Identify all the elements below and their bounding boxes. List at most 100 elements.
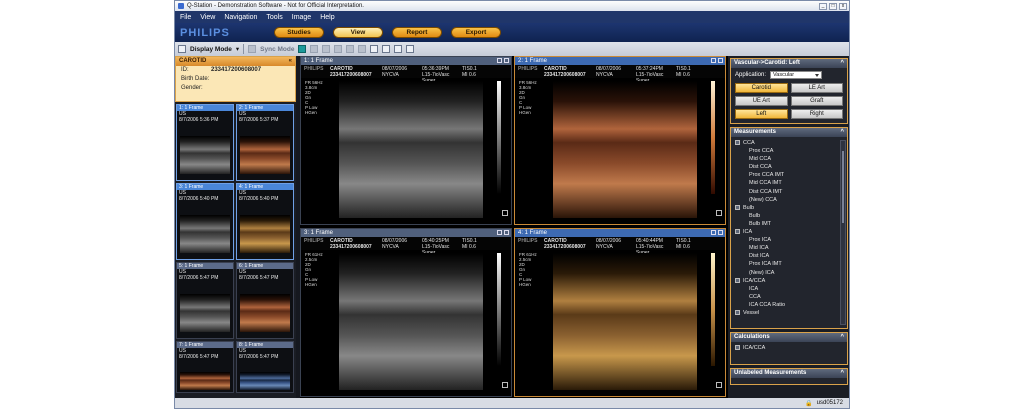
tree-item[interactable]: (New) ICA <box>735 269 837 277</box>
minimize-icon[interactable]: _ <box>819 2 827 10</box>
ultrasound-image[interactable] <box>553 81 697 218</box>
tree-item[interactable]: Dist CCA <box>735 163 837 171</box>
tree-item[interactable]: Prox CCA <box>735 147 837 155</box>
tree-item[interactable]: Bulb IMT <box>735 220 837 228</box>
unlabeled-panel-title[interactable]: Unlabeled Measurements ^ <box>731 369 847 378</box>
ue-art-button[interactable]: UE Art <box>735 96 788 106</box>
thumbnail[interactable]: 8: 1 Frame US 8/7/2006 5:47 PM <box>236 341 294 393</box>
zoom-icon[interactable] <box>382 45 391 53</box>
expand-icon[interactable] <box>735 345 740 350</box>
collapse-icon[interactable]: ^ <box>840 333 844 342</box>
expand-icon[interactable] <box>735 229 740 235</box>
step-back-icon[interactable] <box>334 45 343 53</box>
measurements-scrollbar[interactable] <box>840 140 846 325</box>
calculations-panel-title[interactable]: Calculations ^ <box>731 333 847 342</box>
menu-help[interactable]: Help <box>320 14 334 21</box>
tree-item[interactable]: Prox ICA <box>735 236 837 244</box>
expand-icon[interactable] <box>735 140 740 145</box>
ultrasound-image[interactable] <box>339 253 483 390</box>
thumbnail[interactable]: 4: 1 Frame US 8/7/2006 5:40 PM <box>236 183 294 260</box>
viewport[interactable]: 3: 1 Frame PHILIPS CAROTID 08/07/2006 05:40… <box>300 228 512 397</box>
collapse-icon[interactable]: ^ <box>840 128 844 137</box>
restore-icon[interactable] <box>497 230 502 235</box>
tree-group[interactable]: Bulb <box>735 204 837 212</box>
tree-item[interactable]: Dist CCA IMT <box>735 188 837 196</box>
scroll-thumb[interactable] <box>842 151 844 223</box>
print-icon[interactable] <box>406 45 415 53</box>
sync-mode-dropdown[interactable]: Sync Mode <box>260 46 294 53</box>
layout-icon[interactable] <box>178 45 186 53</box>
menu-navigation[interactable]: Navigation <box>224 14 257 21</box>
tree-item[interactable]: Prox ICA IMT <box>735 260 837 268</box>
menu-tools[interactable]: Tools <box>266 14 282 21</box>
right-button[interactable]: Right <box>790 109 843 119</box>
maximize-icon[interactable] <box>718 58 723 63</box>
expand-icon[interactable] <box>735 309 740 315</box>
restore-icon[interactable] <box>497 58 502 63</box>
maximize-icon[interactable] <box>504 58 509 63</box>
menu-image[interactable]: Image <box>292 14 311 21</box>
ultrasound-image[interactable] <box>339 81 483 218</box>
export-button[interactable]: Export <box>451 27 501 38</box>
thumbnail[interactable]: 1: 1 Frame US 8/7/2006 5:36 PM <box>176 104 234 181</box>
tree-item[interactable]: ICA <box>735 285 837 293</box>
display-mode-dropdown[interactable]: Display Mode <box>190 46 232 53</box>
tree-item[interactable]: Mid CCA IMT <box>735 179 837 187</box>
grid-icon[interactable] <box>310 45 319 53</box>
viewport[interactable]: 4: 1 Frame PHILIPS CAROTID 08/07/2006 05:40… <box>514 228 726 397</box>
tree-item[interactable]: Bulb <box>735 212 837 220</box>
expand-icon[interactable] <box>735 204 740 210</box>
maximize-icon[interactable] <box>718 230 723 235</box>
collapse-icon[interactable]: ^ <box>840 59 844 68</box>
tree-group[interactable]: ICA/CCA <box>735 277 837 285</box>
thumbnail[interactable]: 7: 1 Frame US 8/7/2006 5:47 PM <box>176 341 234 393</box>
thumbnail[interactable]: 5: 1 Frame US 8/7/2006 5:47 PM <box>176 262 234 339</box>
tree-item[interactable]: Dist ICA <box>735 252 837 260</box>
thumbnail[interactable]: 2: 1 Frame US 8/7/2006 5:37 PM <box>236 104 294 181</box>
application-select[interactable]: Vascular <box>770 71 823 79</box>
play-icon[interactable] <box>322 45 331 53</box>
ultrasound-image[interactable] <box>553 253 697 390</box>
studies-button[interactable]: Studies <box>274 27 324 38</box>
tree-item[interactable]: Prox CCA IMT <box>735 171 837 179</box>
tree-item[interactable]: Mid CCA <box>735 155 837 163</box>
measurements-panel-title[interactable]: Measurements ^ <box>731 128 847 137</box>
close-icon[interactable]: x <box>839 2 847 10</box>
step-forward-icon[interactable] <box>346 45 355 53</box>
maximize-icon[interactable] <box>504 230 509 235</box>
measure-icon[interactable] <box>394 45 403 53</box>
maximize-icon[interactable]: □ <box>829 2 837 10</box>
viewport[interactable]: 2: 1 Frame PHILIPS CAROTID 08/07/2006 05:37… <box>514 56 726 225</box>
restore-icon[interactable] <box>711 58 716 63</box>
thumbnail[interactable]: 3: 1 Frame US 8/7/2006 5:40 PM <box>176 183 234 260</box>
tree-group[interactable]: ICA <box>735 228 837 236</box>
color-map-icon[interactable] <box>298 45 307 53</box>
thumbnail[interactable]: 6: 1 Frame US 8/7/2006 5:47 PM <box>236 262 294 339</box>
patient-header[interactable]: CAROTID « <box>176 57 295 66</box>
tree-group[interactable]: Vessel <box>735 309 837 317</box>
collapse-icon[interactable]: ^ <box>840 369 844 378</box>
tree-group[interactable]: CCA <box>735 139 837 147</box>
collapse-icon[interactable]: « <box>289 57 292 66</box>
tree-group[interactable]: ICA/CCA <box>735 344 843 352</box>
tree-item[interactable]: (New) CCA <box>735 196 837 204</box>
tree-item[interactable]: Mid ICA <box>735 244 837 252</box>
restore-icon[interactable] <box>711 230 716 235</box>
left-button[interactable]: Left <box>735 109 788 119</box>
menu-view[interactable]: View <box>200 14 215 21</box>
menu-file[interactable]: File <box>180 14 191 21</box>
le-art-button[interactable]: LE Art <box>790 83 843 93</box>
application-panel-title[interactable]: Vascular->Carotid: Left ^ <box>731 59 847 68</box>
annotate-icon[interactable] <box>370 45 379 53</box>
tree-item[interactable]: CCA <box>735 293 837 301</box>
viewport[interactable]: 1: 1 Frame PHILIPS CAROTID 08/07/2006 05:36… <box>300 56 512 225</box>
sync-icon[interactable] <box>248 45 257 53</box>
carotid-button[interactable]: Carotid <box>735 83 788 93</box>
view-button[interactable]: View <box>333 27 383 38</box>
loop-icon[interactable] <box>358 45 367 53</box>
report-button[interactable]: Report <box>392 27 442 38</box>
expand-icon[interactable] <box>735 277 740 283</box>
tree-item[interactable]: ICA CCA Ratio <box>735 301 837 309</box>
chevron-down-icon[interactable]: ▾ <box>236 45 239 53</box>
graft-button[interactable]: Graft <box>790 96 843 106</box>
